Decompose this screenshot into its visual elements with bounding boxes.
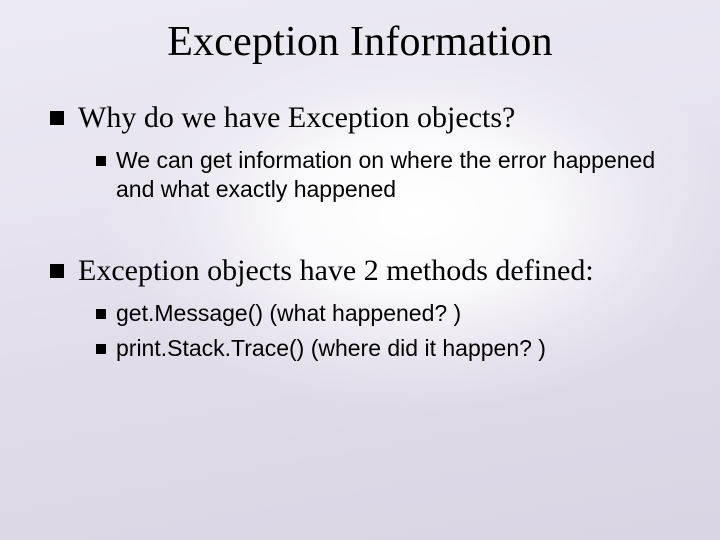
slide-title: Exception Information (44, 18, 676, 66)
spacer (44, 211, 676, 253)
bullet-level1: Exception objects have 2 methods defined… (50, 253, 676, 289)
bullet-text: print.Stack.Trace() (where did it happen… (116, 334, 546, 363)
square-bullet-icon (96, 156, 106, 166)
bullet-text: Why do we have Exception objects? (78, 100, 515, 136)
square-bullet-icon (50, 111, 64, 125)
bullet-level2: get.Message() (what happened? ) (96, 299, 676, 328)
bullet-level1: Why do we have Exception objects? (50, 100, 676, 136)
square-bullet-icon (96, 309, 106, 319)
square-bullet-icon (96, 344, 106, 354)
bullet-text: get.Message() (what happened? ) (116, 299, 461, 328)
square-bullet-icon (50, 264, 64, 278)
bullet-text: Exception objects have 2 methods defined… (78, 253, 594, 289)
bullet-text: We can get information on where the erro… (116, 146, 676, 205)
slide: Exception Information Why do we have Exc… (0, 0, 720, 540)
bullet-level2: We can get information on where the erro… (96, 146, 676, 205)
bullet-level2: print.Stack.Trace() (where did it happen… (96, 334, 676, 363)
